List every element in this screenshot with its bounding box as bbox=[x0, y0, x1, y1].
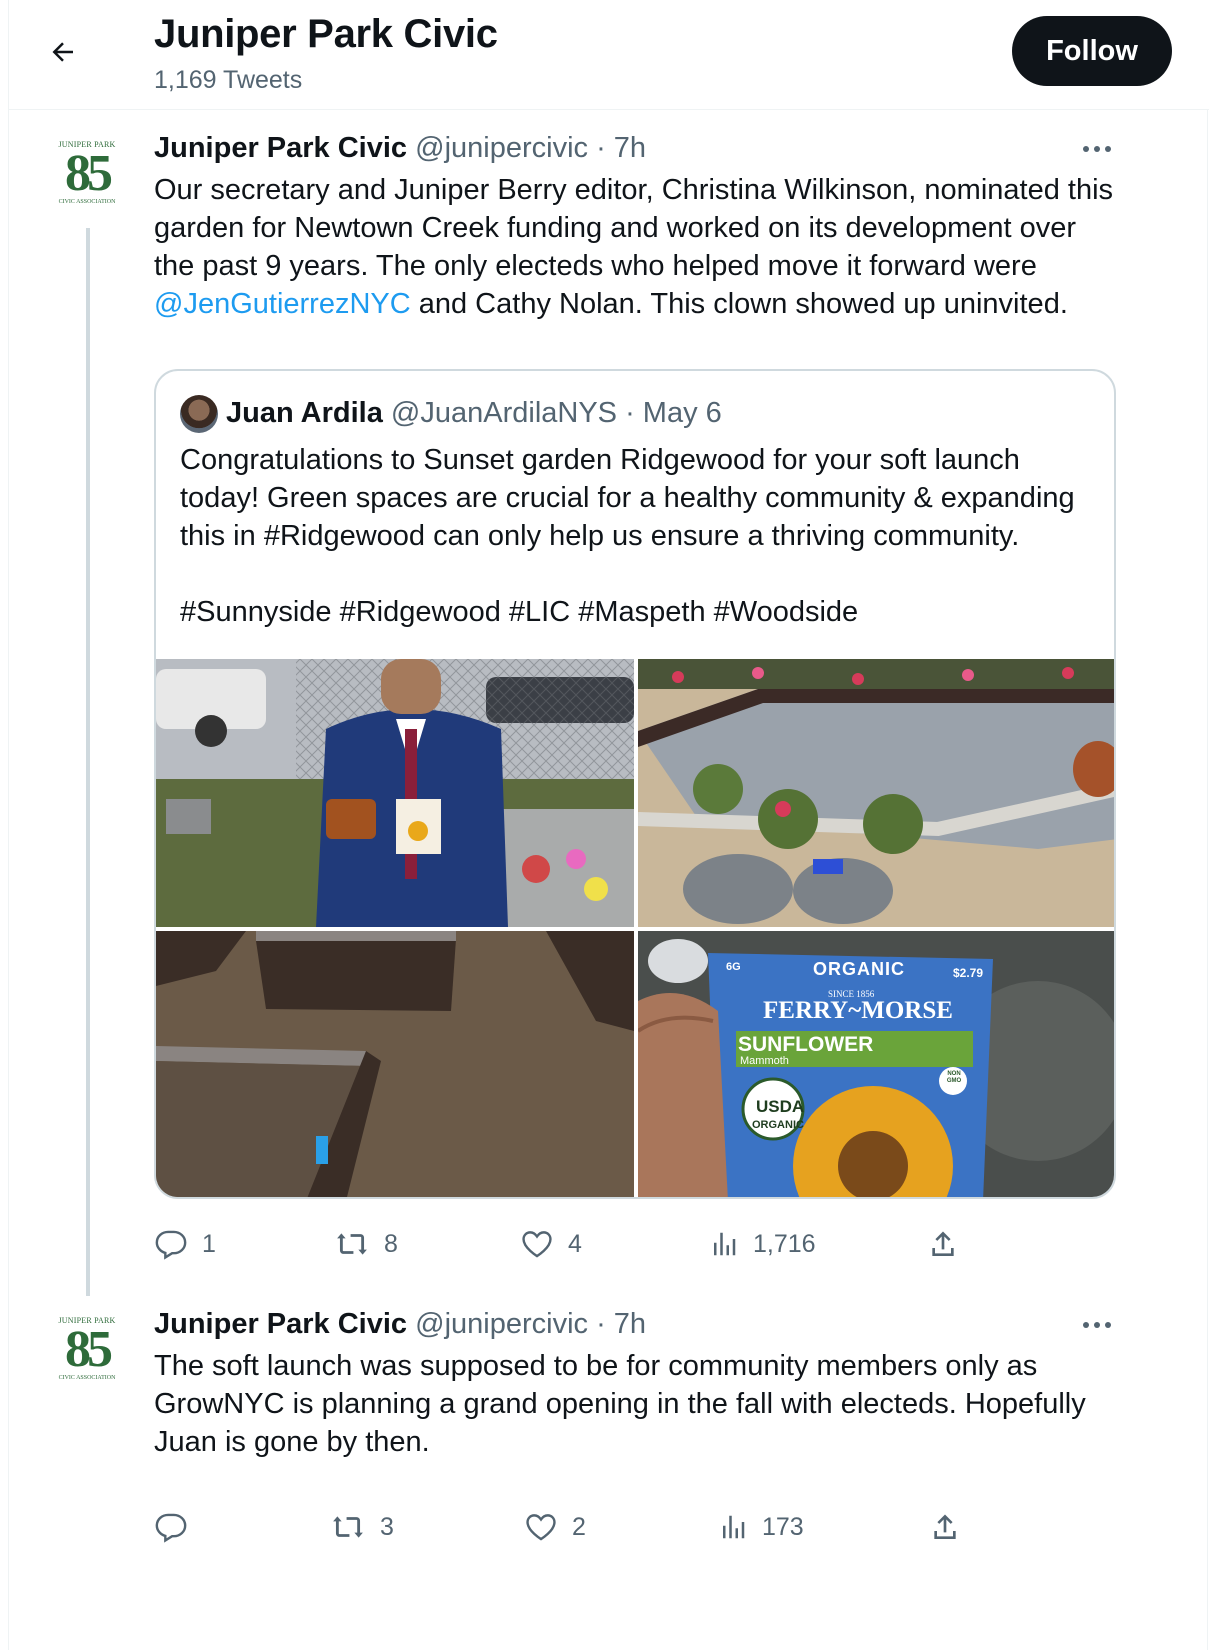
logo-bottom-text: CIVIC ASSOCIATION bbox=[58, 199, 116, 205]
like-button[interactable]: 2 bbox=[524, 1507, 586, 1547]
share-button[interactable] bbox=[929, 1507, 961, 1547]
retweet-icon bbox=[337, 1233, 367, 1255]
retweet-button[interactable]: 3 bbox=[330, 1507, 394, 1547]
timeline-column: Juniper Park Civic 1,169 Tweets Follow J… bbox=[8, 0, 1209, 1650]
logo-number: 85 bbox=[65, 1321, 113, 1378]
avatar[interactable]: JUNIPER PARK 85 CIVIC ASSOCIATION bbox=[53, 1316, 121, 1398]
reply-count: 1 bbox=[202, 1229, 216, 1258]
retweet-icon bbox=[333, 1516, 363, 1538]
retweet-count: 8 bbox=[384, 1229, 398, 1258]
retweet-count: 3 bbox=[380, 1512, 394, 1541]
logo-number: 85 bbox=[65, 145, 113, 202]
quote-text: Congratulations to Sunset garden Ridgewo… bbox=[180, 444, 1075, 552]
quote-author-handle: @JuanArdilaNYS bbox=[390, 397, 618, 429]
quote-avatar[interactable] bbox=[180, 395, 218, 433]
more-button[interactable] bbox=[1077, 1310, 1117, 1340]
more-button[interactable] bbox=[1077, 134, 1117, 164]
arrow-left-icon bbox=[52, 42, 73, 62]
quote-header: Juan Ardila @JuanArdilaNYS · May 6 bbox=[226, 397, 722, 430]
author-name[interactable]: Juniper Park Civic bbox=[154, 1308, 407, 1340]
photo-patio[interactable] bbox=[638, 659, 1114, 927]
tweet-text: Our secretary and Juniper Berry editor, … bbox=[154, 171, 1119, 323]
non-gmo-badge: NON GMO bbox=[946, 1071, 962, 1084]
views-icon bbox=[714, 1232, 736, 1256]
quote-author-name: Juan Ardila bbox=[226, 397, 383, 429]
seed-organic-label: ORGANIC bbox=[813, 959, 905, 979]
views-button[interactable]: 173 bbox=[718, 1507, 804, 1547]
tweet-time[interactable]: · 7h bbox=[596, 1308, 646, 1340]
quote-time: · May 6 bbox=[625, 397, 722, 429]
follow-button[interactable]: Follow bbox=[1012, 16, 1172, 86]
views-icon bbox=[723, 1515, 745, 1539]
tweet-actions: 1 8 4 1,716 bbox=[154, 1224, 1004, 1264]
thread-connector bbox=[86, 228, 90, 1296]
views-button[interactable]: 1,716 bbox=[709, 1224, 816, 1264]
photo-man-image bbox=[156, 659, 634, 927]
photo-raised-beds[interactable] bbox=[156, 931, 634, 1197]
tweet-text: The soft launch was supposed to be for c… bbox=[154, 1350, 1086, 1458]
seed-weight: 6G bbox=[726, 961, 741, 973]
back-button[interactable] bbox=[43, 32, 83, 72]
seed-price: $2.79 bbox=[953, 966, 984, 980]
share-icon bbox=[934, 1514, 956, 1539]
share-button[interactable] bbox=[927, 1224, 959, 1264]
more-icon bbox=[1083, 1322, 1111, 1328]
seed-brand: FERRY~MORSE bbox=[763, 997, 953, 1024]
heart-icon bbox=[526, 1514, 556, 1541]
tweet-time[interactable]: · 7h bbox=[596, 132, 646, 164]
more-icon bbox=[1083, 146, 1111, 152]
like-button[interactable]: 4 bbox=[520, 1224, 582, 1264]
tweet-header: Juniper Park Civic @junipercivic · 7h bbox=[154, 1308, 646, 1341]
author-handle[interactable]: @junipercivic bbox=[415, 132, 588, 164]
share-icon bbox=[932, 1231, 954, 1256]
tweet-actions: 3 2 173 bbox=[154, 1507, 1004, 1547]
seed-variety: SUNFLOWER bbox=[738, 1033, 874, 1056]
reply-button[interactable]: 1 bbox=[154, 1224, 216, 1264]
views-count: 1,716 bbox=[753, 1229, 816, 1258]
tweet-count: 1,169 Tweets bbox=[154, 66, 303, 94]
photo-beds-image bbox=[156, 931, 634, 1197]
photo-patio-image bbox=[638, 659, 1114, 927]
reply-icon bbox=[155, 1230, 187, 1260]
retweet-button[interactable]: 8 bbox=[334, 1224, 398, 1264]
tweet-text-part2: and Cathy Nolan. This clown showed up un… bbox=[410, 288, 1068, 320]
tweet-text-part1: Our secretary and Juniper Berry editor, … bbox=[154, 174, 1114, 282]
seed-variety-sub: Mammoth bbox=[740, 1055, 789, 1067]
quoted-tweet[interactable]: Juan Ardila @JuanArdilaNYS · May 6 Congr… bbox=[154, 369, 1116, 1199]
photo-man-with-seeds[interactable] bbox=[156, 659, 634, 927]
logo-bottom-text: CIVIC ASSOCIATION bbox=[58, 1375, 116, 1381]
avatar[interactable]: JUNIPER PARK 85 CIVIC ASSOCIATION bbox=[53, 140, 121, 222]
quote-hashtags: #Sunnyside #Ridgewood #LIC #Maspeth #Woo… bbox=[180, 596, 859, 628]
tweet-header: Juniper Park Civic @junipercivic · 7h bbox=[154, 132, 646, 165]
reply-button[interactable] bbox=[154, 1507, 202, 1547]
mention-link[interactable]: @JenGutierrezNYC bbox=[154, 288, 411, 320]
page-title: Juniper Park Civic bbox=[154, 12, 498, 56]
author-name[interactable]: Juniper Park Civic bbox=[154, 132, 407, 164]
photo-seed-packet[interactable]: 6G ORGANIC $2.79 SINCE 1856 FERRY~MORSE … bbox=[638, 931, 1114, 1197]
usda-organic-label: ORGANIC bbox=[752, 1119, 804, 1131]
views-count: 173 bbox=[762, 1512, 804, 1541]
usda-label: USDA bbox=[756, 1097, 805, 1116]
reply-icon bbox=[155, 1513, 187, 1543]
heart-icon bbox=[522, 1231, 552, 1258]
profile-header: Juniper Park Civic 1,169 Tweets Follow bbox=[9, 0, 1209, 110]
like-count: 4 bbox=[568, 1229, 582, 1258]
like-count: 2 bbox=[572, 1512, 586, 1541]
author-handle[interactable]: @junipercivic bbox=[415, 1308, 588, 1340]
